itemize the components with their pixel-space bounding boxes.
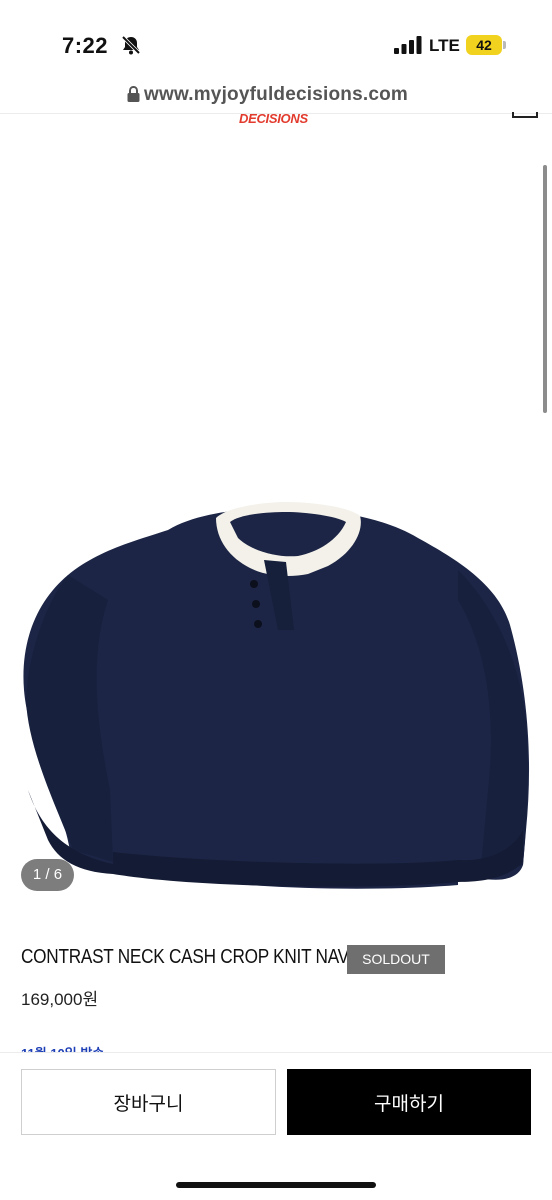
lock-icon [127, 86, 140, 102]
buy-now-button[interactable]: 구매하기 [287, 1069, 531, 1135]
status-time: 7:22 [62, 33, 109, 58]
product-price: 169,000원 [21, 990, 99, 1009]
network-label: LTE [429, 36, 460, 55]
signal-icon [394, 36, 422, 54]
battery-cap [503, 41, 506, 49]
site-logo[interactable]: DECISIONS [239, 111, 308, 126]
product-image[interactable] [0, 150, 552, 910]
url-text[interactable]: www.myjoyfuldecisions.com [144, 84, 408, 106]
scrollbar[interactable] [543, 165, 547, 413]
product-title: CONTRAST NECK CASH CROP KNIT NAVY [21, 946, 361, 968]
add-to-cart-button[interactable]: 장바구니 [21, 1069, 276, 1135]
home-indicator[interactable] [176, 1182, 376, 1188]
bottom-action-bar: 장바구니 구매하기 [0, 1052, 552, 1200]
battery-icon: 42 [466, 35, 502, 55]
battery-level: 42 [476, 37, 492, 53]
status-badge: SOLDOUT [347, 945, 445, 974]
browser-url-bar[interactable]: www.myjoyfuldecisions.com [0, 80, 552, 114]
image-pager: 1 / 6 [21, 859, 74, 891]
bell-off-icon [121, 35, 141, 55]
sweater-image [23, 502, 530, 889]
status-bar: 7:22 LTE 42 [0, 0, 552, 80]
menu-icon[interactable] [512, 100, 538, 120]
